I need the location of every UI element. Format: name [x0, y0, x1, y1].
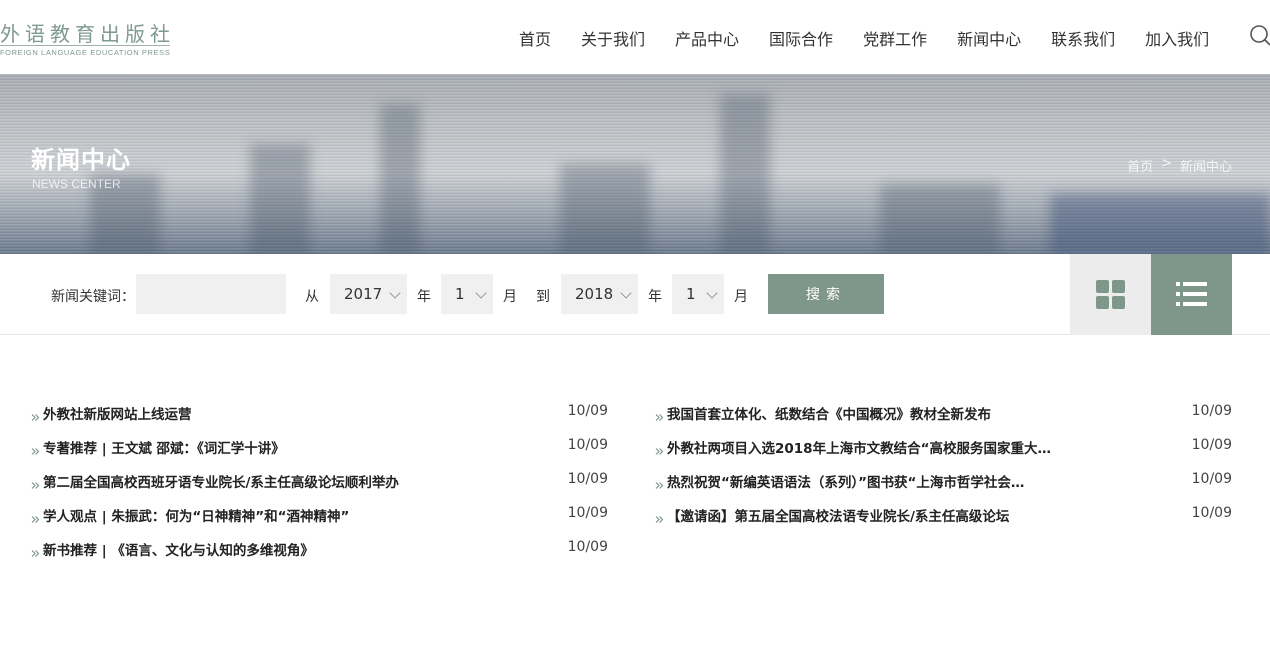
news-title[interactable]: 外教社两项目入选2018年上海市文教结合“高校服务国家重大… — [667, 437, 1051, 457]
breadcrumb: 首页 > 新闻中心 — [1127, 156, 1232, 175]
news-title[interactable]: 专著推荐 | 王文斌 邵斌：《词汇学十讲》 — [43, 437, 285, 457]
news-item[interactable]: 新书推荐 | 《语言、文化与认知的多维视角》 10/09 — [31, 539, 608, 573]
chevron-down-icon — [620, 287, 632, 299]
logo[interactable]: 外语教育出版社 FOREIGN LANGUAGE EDUCATION PRESS — [0, 18, 175, 62]
news-title[interactable]: 学人观点 | 朱振武：何为“日神精神”和“酒神精神” — [43, 505, 349, 525]
search-button[interactable]: 搜索 — [768, 274, 884, 314]
nav-item-products[interactable]: 产品中心 — [660, 26, 754, 50]
nav-item-join[interactable]: 加入我们 — [1130, 26, 1224, 50]
breadcrumb-home-link[interactable]: 首页 — [1127, 156, 1153, 175]
news-title[interactable]: 新书推荐 | 《语言、文化与认知的多维视角》 — [43, 539, 314, 559]
banner-building-shape — [1050, 194, 1270, 254]
breadcrumb-current: 新闻中心 — [1179, 160, 1232, 175]
banner-building-shape — [380, 104, 420, 254]
from-year-value: 2017 — [344, 285, 383, 303]
search-icon[interactable] — [1249, 24, 1270, 46]
list-view-icon — [1176, 282, 1207, 306]
news-date: 10/09 — [567, 471, 608, 487]
nav-item-international[interactable]: 国际合作 — [754, 26, 848, 50]
news-title[interactable]: 热烈祝贺“新编英语语法（系列）”图书获“上海市哲学社会… — [667, 471, 1024, 491]
to-month-value: 1 — [686, 285, 696, 303]
news-title[interactable]: 外教社新版网站上线运营 — [43, 403, 192, 423]
from-label: 从 — [305, 289, 319, 305]
chevron-down-icon — [389, 287, 401, 299]
chevron-down-icon — [706, 287, 718, 299]
news-item[interactable]: 外教社两项目入选2018年上海市文教结合“高校服务国家重大… 10/09 — [655, 437, 1232, 471]
year-unit-label: 年 — [417, 289, 431, 305]
banner-building-shape — [720, 94, 770, 254]
double-chevron-right-icon — [655, 471, 667, 494]
to-year-value: 2018 — [575, 285, 614, 303]
grid-view-icon — [1096, 280, 1125, 309]
double-chevron-right-icon — [31, 505, 43, 528]
chevron-down-icon — [475, 287, 487, 299]
list-view-button[interactable] — [1151, 254, 1232, 335]
news-date: 10/09 — [567, 505, 608, 521]
nav-item-news[interactable]: 新闻中心 — [942, 26, 1036, 50]
news-date: 10/09 — [567, 539, 608, 555]
double-chevron-right-icon — [31, 403, 43, 426]
banner-building-shape — [250, 144, 310, 254]
main-nav: 首页 关于我们 产品中心 国际合作 党群工作 新闻中心 联系我们 加入我们 — [504, 26, 1224, 50]
news-item[interactable]: 专著推荐 | 王文斌 邵斌：《词汇学十讲》 10/09 — [31, 437, 608, 471]
news-item[interactable]: 我国首套立体化、纸数结合《中国概况》教材全新发布 10/09 — [655, 403, 1232, 437]
year-unit-label: 年 — [648, 289, 662, 305]
page-title: 新闻中心 — [31, 146, 131, 174]
news-date: 10/09 — [567, 403, 608, 419]
double-chevron-right-icon — [31, 539, 43, 562]
news-list-right: 我国首套立体化、纸数结合《中国概况》教材全新发布 10/09 外教社两项目入选2… — [655, 403, 1232, 539]
news-date: 10/09 — [1191, 471, 1232, 487]
page-subtitle: NEWS CENTER — [32, 177, 121, 191]
double-chevron-right-icon — [655, 403, 667, 426]
news-date: 10/09 — [1191, 403, 1232, 419]
news-title[interactable]: 我国首套立体化、纸数结合《中国概况》教材全新发布 — [667, 403, 991, 423]
nav-item-about[interactable]: 关于我们 — [566, 26, 660, 50]
news-item[interactable]: 【邀请函】第五届全国高校法语专业院长/系主任高级论坛 10/09 — [655, 505, 1232, 539]
logo-chinese-name: 外语教育出版社 — [0, 22, 175, 46]
keyword-input[interactable] — [136, 274, 286, 314]
breadcrumb-separator: > — [1161, 156, 1172, 171]
nav-item-contact[interactable]: 联系我们 — [1036, 26, 1130, 50]
grid-view-button[interactable] — [1070, 254, 1151, 335]
double-chevron-right-icon — [655, 505, 667, 528]
to-month-select[interactable]: 1 — [672, 274, 724, 314]
keyword-label: 新闻关键词： — [51, 289, 135, 305]
double-chevron-right-icon — [31, 437, 43, 460]
to-label: 到 — [536, 289, 550, 305]
nav-item-party[interactable]: 党群工作 — [848, 26, 942, 50]
banner-building-shape — [880, 184, 1000, 254]
news-title[interactable]: 第二届全国高校西班牙语专业院长/系主任高级论坛顺利举办 — [43, 471, 399, 491]
from-month-select[interactable]: 1 — [441, 274, 493, 314]
news-title[interactable]: 【邀请函】第五届全国高校法语专业院长/系主任高级论坛 — [667, 505, 1009, 525]
news-item[interactable]: 外教社新版网站上线运营 10/09 — [31, 403, 608, 437]
month-unit-label: 月 — [503, 289, 517, 305]
news-filter-bar: 新闻关键词： 从 2017 年 1 月 到 2018 年 1 月 搜索 — [0, 254, 1270, 335]
month-unit-label: 月 — [734, 289, 748, 305]
logo-english-name: FOREIGN LANGUAGE EDUCATION PRESS — [0, 48, 171, 57]
news-date: 10/09 — [1191, 505, 1232, 521]
double-chevron-right-icon — [655, 437, 667, 460]
page-banner: 新闻中心 NEWS CENTER 首页 > 新闻中心 — [0, 74, 1270, 254]
nav-item-home[interactable]: 首页 — [504, 26, 566, 50]
double-chevron-right-icon — [31, 471, 43, 494]
news-item[interactable]: 学人观点 | 朱振武：何为“日神精神”和“酒神精神” 10/09 — [31, 505, 608, 539]
news-item[interactable]: 热烈祝贺“新编英语语法（系列）”图书获“上海市哲学社会… 10/09 — [655, 471, 1232, 505]
banner-building-shape — [560, 164, 650, 254]
news-list-left: 外教社新版网站上线运营 10/09 专著推荐 | 王文斌 邵斌：《词汇学十讲》 … — [31, 403, 608, 573]
from-year-select[interactable]: 2017 — [330, 274, 407, 314]
news-date: 10/09 — [567, 437, 608, 453]
to-year-select[interactable]: 2018 — [561, 274, 638, 314]
news-date: 10/09 — [1191, 437, 1232, 453]
site-header: 外语教育出版社 FOREIGN LANGUAGE EDUCATION PRESS… — [0, 0, 1270, 74]
from-month-value: 1 — [455, 285, 465, 303]
logo-divider — [0, 45, 170, 46]
news-item[interactable]: 第二届全国高校西班牙语专业院长/系主任高级论坛顺利举办 10/09 — [31, 471, 608, 505]
